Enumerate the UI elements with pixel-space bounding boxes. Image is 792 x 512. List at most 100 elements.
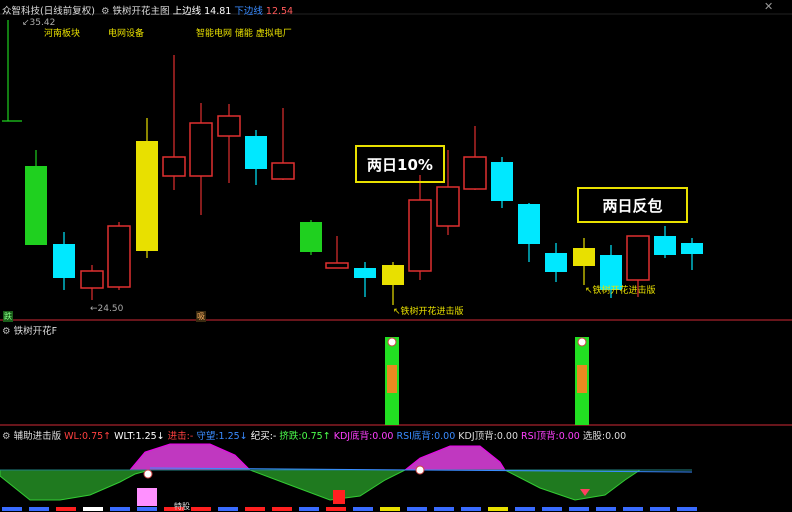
- candle-body: [162, 156, 186, 177]
- xuangu-value: 0.00: [605, 431, 627, 442]
- status-segment: [56, 507, 76, 511]
- wl-label: WL:: [64, 431, 82, 442]
- gear-icon[interactable]: ⚙: [98, 6, 110, 17]
- status-segment: [326, 507, 346, 511]
- highlight-block: [333, 490, 345, 504]
- annotation-box-two-day-reversal: 两日反包: [577, 187, 688, 223]
- rsi-top-label: RSI顶背:: [521, 431, 559, 442]
- panel2-header: ⚙ 铁树开花F: [2, 323, 57, 337]
- jidie-value: 0.75↑: [301, 431, 331, 442]
- shouwang-value: 1.25↓: [218, 431, 248, 442]
- marker-icon: [143, 469, 153, 479]
- status-segment: [650, 507, 670, 511]
- candle-body: [626, 235, 650, 281]
- status-segment: [218, 507, 238, 511]
- status-segment: [272, 507, 292, 511]
- low-price-mark: ←24.50: [90, 304, 124, 314]
- candle-body: [53, 244, 75, 278]
- tag-region: 河南板块: [44, 29, 81, 39]
- oscillator-area: [0, 469, 151, 501]
- candle-body: [300, 222, 322, 252]
- absorb-badge: 吸: [196, 311, 206, 322]
- candle-body: [354, 268, 376, 278]
- status-segment: [623, 507, 643, 511]
- shouwang-label: 守望:: [196, 431, 219, 442]
- upper-value: 14.81: [204, 6, 232, 17]
- status-segment: [2, 507, 22, 511]
- signal-annotation-2: ↖铁树开花进击版: [585, 286, 656, 296]
- status-segment: [380, 507, 400, 511]
- annotation-box-two-day-10pct: 两日10%: [355, 145, 445, 183]
- status-segment: [245, 507, 265, 511]
- status-segment: [542, 507, 562, 511]
- signal-top-icon: [387, 337, 397, 347]
- kdj-top-label: KDJ顶背:: [458, 431, 497, 442]
- candle-body: [518, 204, 540, 244]
- candle-body: [271, 162, 295, 180]
- kdj-bottom-value: 0.00: [372, 431, 394, 442]
- jixiao-label: 纪买:: [250, 431, 273, 442]
- fall-badge: 跌: [3, 311, 13, 322]
- status-segment: [299, 507, 319, 511]
- panel3-header: ⚙ 辅助进击版 WL:0.75↑ WLT:1.25↓ 进击:- 守望:1.25↓…: [2, 428, 626, 442]
- panel2-title[interactable]: 铁树开花F: [14, 326, 57, 337]
- candle-body: [545, 253, 567, 272]
- candle-body: [217, 115, 241, 137]
- highlight-block: [137, 488, 157, 506]
- wlt-value: 1.25↓: [135, 431, 165, 442]
- candle-body: [325, 262, 349, 269]
- candle-body: [681, 243, 703, 254]
- candle-body: [408, 199, 432, 272]
- status-segment: [137, 507, 157, 511]
- oscillator-area: [128, 443, 252, 471]
- kdj-bottom-label: KDJ底背:: [333, 431, 373, 442]
- marker-icon: [415, 465, 425, 475]
- status-segment: [677, 507, 697, 511]
- wlt-label: WLT:: [114, 431, 136, 442]
- upper-label: 上边线: [172, 6, 202, 17]
- status-segment: [407, 507, 427, 511]
- status-segment: [110, 507, 130, 511]
- status-segment: [461, 507, 481, 511]
- oscillator-area: [504, 469, 642, 501]
- signal-flame-icon: [577, 365, 587, 393]
- candle-body: [107, 225, 131, 288]
- status-segment: [488, 507, 508, 511]
- signal-flame-icon: [387, 365, 397, 393]
- close-icon[interactable]: ✕: [764, 0, 773, 13]
- candle-body: [80, 270, 104, 289]
- status-segment: [29, 507, 49, 511]
- candle-body: [245, 136, 267, 169]
- status-segment: [191, 507, 211, 511]
- signal-annotation-1: ↖铁树开花进击版: [393, 307, 464, 317]
- jinjin-value: -: [189, 431, 194, 442]
- status-segment: [353, 507, 373, 511]
- lower-label: 下边线: [234, 6, 263, 17]
- panel3-title[interactable]: 辅助进击版: [14, 431, 62, 442]
- candle-body: [436, 186, 460, 227]
- gear-icon[interactable]: ⚙: [2, 431, 11, 442]
- candle-body: [25, 166, 47, 245]
- xuangu-label: 选股:: [582, 431, 606, 442]
- status-segment: [569, 507, 589, 511]
- oscillator-area: [249, 469, 406, 501]
- wl-value: 0.75↑: [82, 431, 112, 442]
- main-header: 众智科技(日线前复权) ⚙ 铁树开花主图 上边线 14.81 下边线 12.54: [2, 3, 293, 17]
- tag-industry: 电网设备: [108, 29, 145, 39]
- jidie-label: 挤跌:: [279, 431, 302, 442]
- status-segment: [596, 507, 616, 511]
- jinjin-label: 进击:: [167, 431, 190, 442]
- bottom-tag: 特股: [174, 502, 190, 511]
- candle-body: [136, 141, 158, 251]
- candle-body: [382, 265, 404, 285]
- gear-icon[interactable]: ⚙: [2, 326, 11, 337]
- candle-body: [654, 236, 676, 255]
- kdj-top-value: 0.00: [496, 431, 519, 442]
- stock-title[interactable]: 众智科技(日线前复权): [2, 6, 95, 17]
- indicator-name[interactable]: 铁树开花主图: [113, 6, 170, 17]
- rsi-bottom-value: 0.00: [434, 431, 456, 442]
- status-segment: [434, 507, 454, 511]
- rsi-top-value: 0.00: [558, 431, 580, 442]
- jixiao-value: -: [272, 431, 277, 442]
- candle-body: [491, 162, 513, 201]
